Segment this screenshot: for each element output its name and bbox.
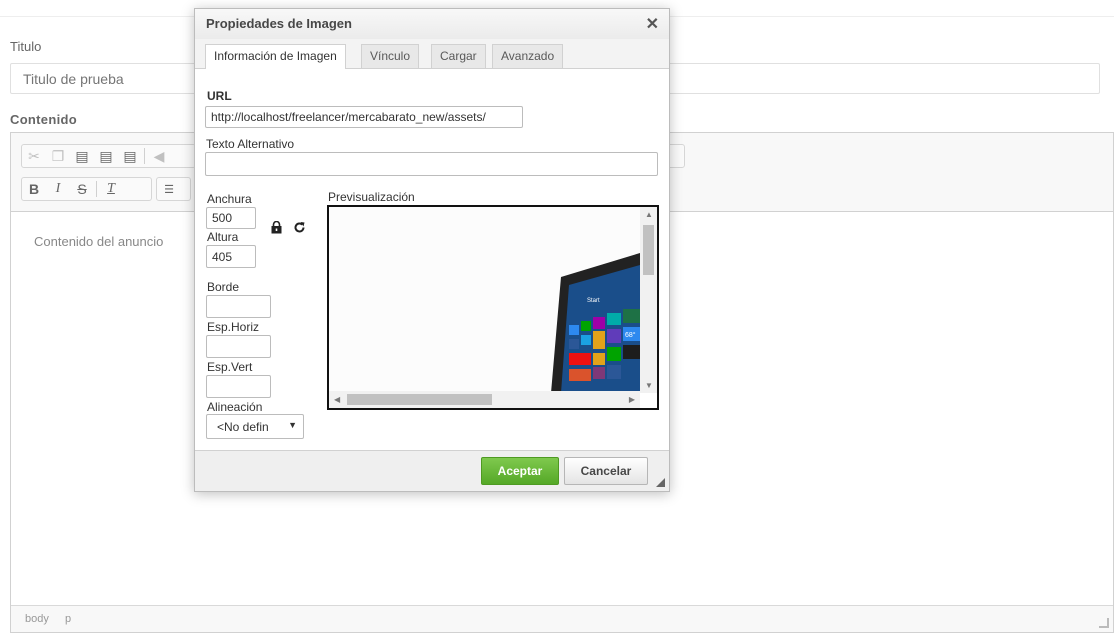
paste-text-icon[interactable]: ▤ xyxy=(94,148,118,165)
hspace-field[interactable] xyxy=(206,335,271,358)
dialog-resize-handle[interactable] xyxy=(656,478,665,487)
editor-content[interactable]: Contenido del anuncio xyxy=(34,234,163,249)
svg-text:68°: 68° xyxy=(625,331,636,339)
path-body[interactable]: body xyxy=(25,613,49,625)
align-selected-value: <No defin xyxy=(217,420,269,434)
chevron-down-icon: ▼ xyxy=(288,420,297,430)
cut-icon[interactable]: ✂ xyxy=(22,148,46,165)
dialog-footer: Aceptar Cancelar xyxy=(195,450,669,491)
scroll-right-icon[interactable]: ▶ xyxy=(629,395,635,404)
align-select[interactable]: <No defin ▼ xyxy=(206,414,304,439)
copy-icon[interactable]: ❐ xyxy=(46,148,70,165)
url-field[interactable] xyxy=(205,106,523,128)
alt-text-label: Texto Alternativo xyxy=(206,137,295,151)
scroll-up-icon[interactable]: ▲ xyxy=(645,210,653,219)
hspace-label: Esp.Horiz xyxy=(207,320,260,334)
basic-styles-group: B I S T xyxy=(21,177,152,201)
image-properties-dialog: Propiedades de Imagen ✕ Información de I… xyxy=(194,8,670,492)
cancel-button[interactable]: Cancelar xyxy=(564,457,648,485)
accept-button[interactable]: Aceptar xyxy=(481,457,559,485)
toolbar-separator xyxy=(96,181,97,197)
height-field[interactable] xyxy=(206,245,256,268)
svg-text:Start: Start xyxy=(587,298,600,304)
list-group: ☰ xyxy=(156,177,191,201)
dialog-tabs: Información de Imagen Vínculo Cargar Ava… xyxy=(195,39,669,69)
align-label: Alineación xyxy=(207,400,263,414)
tab-advanced[interactable]: Avanzado xyxy=(492,44,564,68)
image-preview: Start 68° ▲ ▼ ◀ ▶ xyxy=(327,205,659,410)
tab-upload[interactable]: Cargar xyxy=(431,44,486,68)
contenido-label: Contenido xyxy=(10,112,77,127)
width-field[interactable] xyxy=(206,207,256,229)
italic-icon[interactable]: I xyxy=(46,181,70,197)
remove-format-icon[interactable]: T xyxy=(99,181,123,197)
resize-handle[interactable] xyxy=(1099,618,1109,628)
vspace-label: Esp.Vert xyxy=(207,360,253,374)
dialog-titlebar[interactable]: Propiedades de Imagen ✕ xyxy=(195,9,669,40)
toolbar-separator xyxy=(144,148,145,164)
bold-icon[interactable]: B xyxy=(22,181,46,197)
preview-label: Previsualización xyxy=(328,190,415,204)
titulo-label: Titulo xyxy=(10,39,42,54)
numbered-list-icon[interactable]: ☰ xyxy=(157,183,181,196)
dialog-title: Propiedades de Imagen xyxy=(206,16,352,31)
strike-icon[interactable]: S xyxy=(70,181,94,197)
scroll-left-icon[interactable]: ◀ xyxy=(334,395,340,404)
height-label: Altura xyxy=(207,230,239,244)
preview-horizontal-scrollbar[interactable]: ◀ ▶ xyxy=(329,391,640,408)
scroll-down-icon[interactable]: ▼ xyxy=(645,381,653,390)
border-field[interactable] xyxy=(206,295,271,318)
close-icon[interactable]: ✕ xyxy=(646,14,659,34)
paste-word-icon[interactable]: ▤ xyxy=(118,148,142,165)
preview-vertical-scrollbar[interactable]: ▲ ▼ xyxy=(640,207,657,393)
vspace-field[interactable] xyxy=(206,375,271,398)
clipboard-group: ✂ ❐ ▤ ▤ ▤ ◀ xyxy=(21,144,196,168)
path-p[interactable]: p xyxy=(65,613,71,625)
border-label: Borde xyxy=(207,280,240,294)
paste-icon[interactable]: ▤ xyxy=(70,148,94,165)
tablet-image: Start 68° xyxy=(329,207,640,393)
horizontal-scroll-thumb[interactable] xyxy=(347,394,492,405)
editor-status-bar: body p xyxy=(11,605,1113,632)
url-label: URL xyxy=(207,89,232,103)
reset-size-icon[interactable] xyxy=(293,221,306,234)
undo-icon[interactable]: ◀ xyxy=(147,148,171,165)
lock-icon[interactable] xyxy=(271,221,282,234)
tab-link[interactable]: Vínculo xyxy=(361,44,420,68)
tab-image-info[interactable]: Información de Imagen xyxy=(205,44,346,69)
alt-text-field[interactable] xyxy=(205,152,658,176)
vertical-scroll-thumb[interactable] xyxy=(643,225,654,275)
width-label: Anchura xyxy=(207,192,252,206)
